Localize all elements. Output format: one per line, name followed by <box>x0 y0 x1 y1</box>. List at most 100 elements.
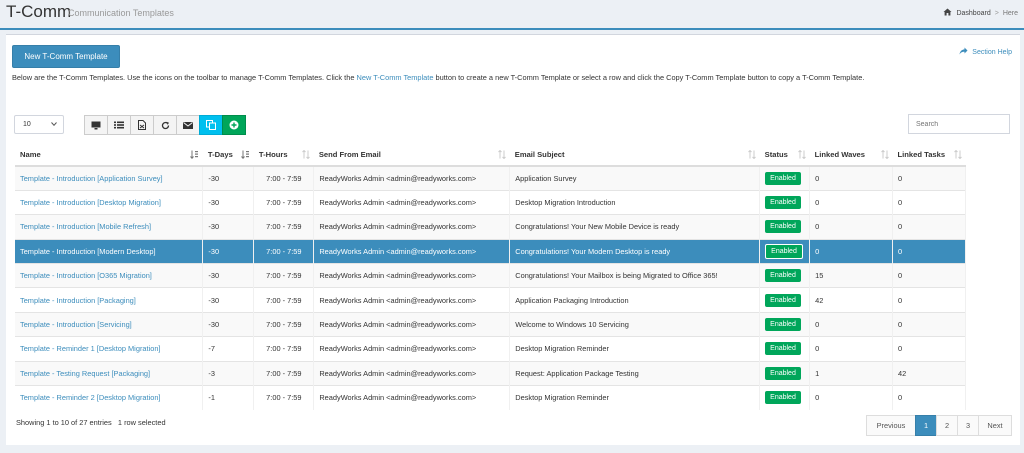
refresh-button[interactable] <box>153 115 177 135</box>
add-template-button[interactable] <box>222 115 246 135</box>
table-row[interactable]: Template - Introduction [Modern Desktop]… <box>15 238 966 264</box>
dashboard-icon <box>943 8 952 18</box>
sort-icon <box>880 149 889 161</box>
cell-email-subject: Application Packaging Introduction <box>509 287 761 313</box>
cell-linked-tasks: 0 <box>892 238 966 264</box>
breadcrumb-dashboard[interactable]: Dashboard <box>956 10 990 17</box>
cell-email-subject: Request: Application Package Testing <box>509 360 761 386</box>
cell-thours: 7:00 - 7:59 <box>253 287 315 313</box>
cell-name[interactable]: Template - Reminder 1 [Desktop Migration… <box>15 336 204 362</box>
status-badge: Enabled <box>765 366 801 380</box>
cell-linked-waves: 1 <box>809 360 894 386</box>
cell-linked-waves: 0 <box>809 189 894 215</box>
monitor-icon <box>91 121 101 129</box>
list-button[interactable] <box>107 115 131 135</box>
cell-name[interactable]: Template - Introduction [Desktop Migrati… <box>15 189 204 215</box>
cell-linked-waves: 0 <box>809 238 894 264</box>
cell-status: Enabled <box>759 238 811 264</box>
cell-email-subject: Desktop Migration Reminder <box>509 385 761 410</box>
cell-send-from: ReadyWorks Admin <admin@readyworks.com> <box>313 214 511 240</box>
cell-thours: 7:00 - 7:59 <box>253 165 315 191</box>
table-row[interactable]: Template - Reminder 2 [Desktop Migration… <box>15 385 966 410</box>
cell-name[interactable]: Template - Reminder 2 [Desktop Migration… <box>15 385 204 410</box>
table-row[interactable]: Template - Introduction [Desktop Migrati… <box>15 189 966 215</box>
table-row[interactable]: Template - Introduction [Mobile Refresh]… <box>15 214 966 240</box>
status-badge: Enabled <box>765 342 801 356</box>
header-linked-tasks[interactable]: Linked Tasks <box>892 144 966 167</box>
cell-name[interactable]: Template - Introduction [Application Sur… <box>15 165 204 191</box>
cell-send-from: ReadyWorks Admin <admin@readyworks.com> <box>313 287 511 313</box>
section-help-link[interactable]: Section Help <box>959 47 1012 57</box>
cell-thours: 7:00 - 7:59 <box>253 360 315 386</box>
search-input[interactable] <box>908 114 1010 134</box>
cell-name[interactable]: Template - Introduction [Modern Desktop] <box>15 238 204 264</box>
cell-status: Enabled <box>759 336 811 362</box>
breadcrumb: Dashboard > Here <box>943 8 1018 18</box>
table-row[interactable]: Template - Testing Request [Packaging] -3… <box>15 360 966 386</box>
cell-send-from: ReadyWorks Admin <admin@readyworks.com> <box>313 385 511 410</box>
cell-linked-waves: 42 <box>809 287 894 313</box>
status-badge: Enabled <box>765 318 801 332</box>
cell-thours: 7:00 - 7:59 <box>253 311 315 337</box>
envelope-icon <box>183 121 193 129</box>
cell-linked-tasks: 0 <box>892 385 966 410</box>
cell-linked-tasks: 0 <box>892 165 966 191</box>
header-status[interactable]: Status <box>759 144 810 167</box>
cell-status: Enabled <box>759 165 811 191</box>
table-row[interactable]: Template - Reminder 1 [Desktop Migration… <box>15 336 966 362</box>
sort-icon <box>497 149 506 161</box>
next-page-button[interactable]: Next <box>978 415 1012 436</box>
page-2-button[interactable]: 2 <box>936 415 958 436</box>
breadcrumb-here: Here <box>1002 9 1018 17</box>
previous-page-button[interactable]: Previous <box>866 415 916 436</box>
cell-name[interactable]: Template - Introduction [Servicing] <box>15 311 204 337</box>
cell-tdays: -30 <box>202 238 255 264</box>
intro-new-template-link[interactable]: New T-Comm Template <box>357 73 434 82</box>
cell-email-subject: Congratulations! Your Modern Desktop is … <box>509 238 761 264</box>
page-3-button[interactable]: 3 <box>957 415 979 436</box>
status-badge: Enabled <box>765 196 801 210</box>
header-linked-waves[interactable]: Linked Waves <box>809 144 893 167</box>
copy-template-button[interactable] <box>199 115 223 135</box>
header-thours[interactable]: T-Hours <box>253 144 314 167</box>
table-row[interactable]: Template - Introduction [Servicing] -30 7:… <box>15 311 966 337</box>
cell-linked-tasks: 0 <box>892 263 966 288</box>
cell-linked-waves: 0 <box>809 214 894 240</box>
cell-name[interactable]: Template - Introduction [O365 Migration] <box>15 263 204 288</box>
cell-tdays: -30 <box>202 263 255 288</box>
cell-linked-tasks: 0 <box>892 311 966 337</box>
cell-send-from: ReadyWorks Admin <admin@readyworks.com> <box>313 360 511 386</box>
list-icon <box>114 121 124 129</box>
cell-thours: 7:00 - 7:59 <box>253 385 315 410</box>
header-email-subject[interactable]: Email Subject <box>509 144 760 167</box>
new-template-button[interactable]: New T-Comm Template <box>12 45 120 68</box>
monitor-button[interactable] <box>84 115 108 135</box>
cell-send-from: ReadyWorks Admin <admin@readyworks.com> <box>313 263 511 288</box>
cell-linked-waves: 0 <box>809 311 894 337</box>
cell-linked-waves: 0 <box>809 385 894 410</box>
cell-linked-tasks: 0 <box>892 214 966 240</box>
cell-name[interactable]: Template - Introduction [Mobile Refresh] <box>15 214 204 240</box>
header-tdays[interactable]: T-Days <box>202 144 254 167</box>
table-row[interactable]: Template - Introduction [Packaging] -30 7:… <box>15 287 966 313</box>
page-1-button[interactable]: 1 <box>915 415 937 436</box>
cell-name[interactable]: Template - Testing Request [Packaging] <box>15 360 204 386</box>
cell-linked-tasks: 0 <box>892 336 966 362</box>
page-length-select[interactable]: 10 <box>14 115 64 134</box>
table-row[interactable]: Template - Introduction [Application Sur… <box>15 165 966 191</box>
status-badge: Enabled <box>765 220 801 234</box>
cell-send-from: ReadyWorks Admin <admin@readyworks.com> <box>313 311 511 337</box>
page-length-value: 10 <box>23 121 31 128</box>
header-send-from[interactable]: Send From Email <box>313 144 510 167</box>
sort-icon <box>747 149 756 161</box>
email-button[interactable] <box>176 115 200 135</box>
cell-status: Enabled <box>759 263 811 288</box>
export-button[interactable] <box>130 115 154 135</box>
toolbar <box>84 115 246 135</box>
header-name[interactable]: Name <box>15 144 203 167</box>
page-header: T-Comm Communication Templates Dashboard… <box>0 0 1024 30</box>
table-row[interactable]: Template - Introduction [O365 Migration]… <box>15 263 966 288</box>
cell-email-subject: Desktop Migration Introduction <box>509 189 761 215</box>
cell-name[interactable]: Template - Introduction [Packaging] <box>15 287 204 313</box>
intro-text-after: button to create a new T-Comm Template o… <box>433 73 865 82</box>
